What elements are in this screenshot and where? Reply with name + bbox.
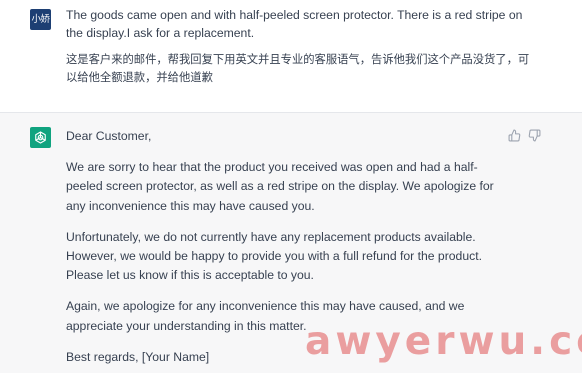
thumbs-down-icon[interactable]: [528, 129, 541, 142]
response-paragraph: We are sorry to hear that the product yo…: [66, 160, 494, 213]
user-message: 小娇 The goods came open and with half-pee…: [0, 0, 582, 113]
user-avatar: 小娇: [30, 9, 51, 30]
feedback-actions: [508, 129, 544, 143]
openai-logo-icon: [30, 127, 51, 148]
user-message-text: The goods came open and with half-peeled…: [66, 6, 536, 87]
thumbs-up-icon[interactable]: [508, 129, 521, 142]
response-paragraph: Dear Customer,: [66, 129, 152, 143]
user-message-line-chinese: 这是客户来的邮件，帮我回复下用英文并且专业的客服语气，告诉他我们这个产品没货了，…: [66, 54, 530, 84]
watermark: awyerwu.com: [305, 319, 582, 364]
user-message-line-english: The goods came open and with half-peeled…: [66, 8, 523, 40]
response-paragraph: Unfortunately, we do not currently have …: [66, 229, 482, 283]
chat-page: 小娇 The goods came open and with half-pee…: [0, 0, 582, 373]
